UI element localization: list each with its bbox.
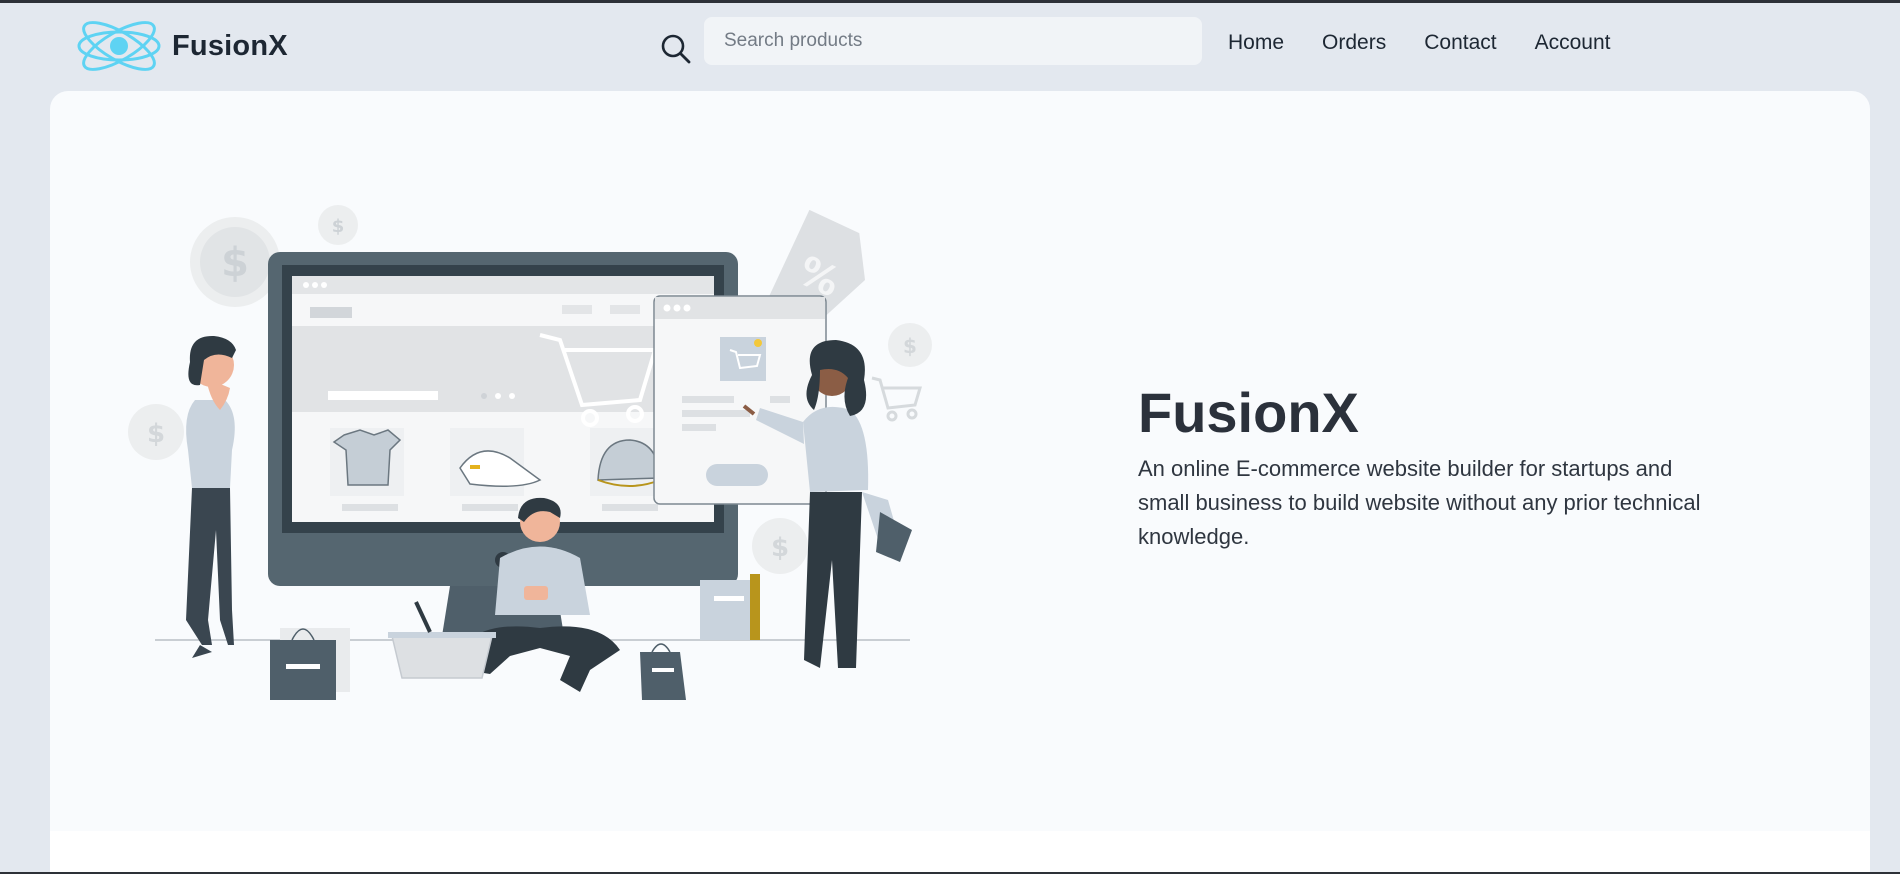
site-header: FusionX Home Orders Contact Account (0, 3, 1900, 89)
svg-text:$: $ (771, 533, 789, 563)
brand-name: FusionX (172, 29, 288, 62)
svg-text:$: $ (332, 216, 345, 237)
cart-icon (871, 376, 923, 422)
hero-description: An online E-commerce website builder for… (1138, 456, 1701, 549)
svg-text:$: $ (903, 334, 917, 358)
hero-title: FusionX (1138, 381, 1359, 444)
nav-orders-link[interactable]: Orders (1322, 31, 1386, 55)
atom-logo-icon (77, 21, 161, 71)
nav-contact-link[interactable]: Contact (1424, 31, 1496, 55)
nav-home-link[interactable]: Home (1228, 31, 1284, 55)
svg-text:$: $ (221, 240, 249, 286)
dollar-coin-icon: $ (128, 404, 184, 460)
next-section-edge (50, 831, 1870, 872)
mobile-app-illustration (653, 295, 827, 505)
dollar-coin-icon: $ (318, 205, 358, 245)
woman-surprised-illustration (186, 335, 236, 658)
nav-account-link[interactable]: Account (1535, 31, 1611, 55)
search-icon[interactable] (660, 33, 692, 65)
brand-link[interactable]: FusionX (76, 17, 288, 75)
dollar-coin-icon: $ (190, 217, 280, 307)
dollar-coin-icon: $ (752, 518, 808, 574)
svg-text:$: $ (147, 419, 165, 449)
main-nav: Home Orders Contact Account (1228, 31, 1648, 55)
shopping-illustration: $ $ $ $ $ % (128, 205, 932, 700)
dollar-coin-icon: $ (888, 323, 932, 367)
search-input[interactable] (704, 17, 1202, 65)
